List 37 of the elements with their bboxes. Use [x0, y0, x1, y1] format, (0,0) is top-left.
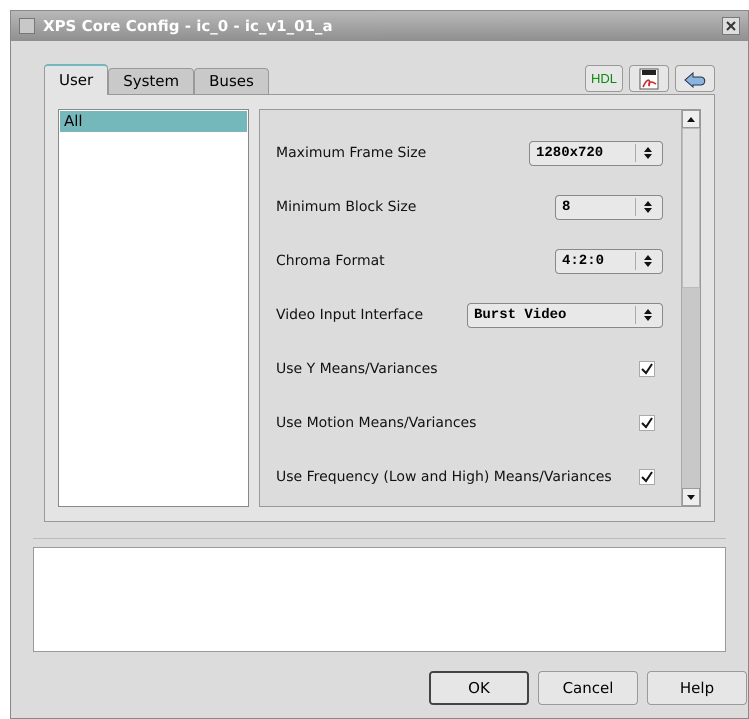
window-title: XPS Core Config - ic_0 - ic_v1_01_a — [43, 16, 333, 37]
up-arrow-icon[interactable] — [687, 116, 695, 122]
parameter-label: Use Frequency (Low and High) Means/Variances — [276, 468, 612, 486]
hdl-button[interactable]: HDL — [585, 65, 623, 92]
updown-icon — [644, 309, 652, 321]
down-arrow-icon[interactable] — [687, 494, 695, 500]
parameter-label: Chroma Format — [276, 252, 385, 270]
scrollbar[interactable] — [681, 110, 700, 506]
select-field[interactable]: 1280x720 — [529, 140, 663, 166]
select-field[interactable]: 8 — [555, 194, 663, 220]
tab[interactable]: Buses — [194, 68, 269, 95]
window-menu-icon[interactable] — [19, 18, 35, 34]
parameter-label: Use Motion Means/Variances — [276, 414, 476, 432]
dialog-button[interactable]: Help — [647, 671, 747, 705]
tab[interactable]: User — [44, 64, 108, 95]
parameter-label: Minimum Block Size — [276, 198, 416, 216]
select-field[interactable]: 4:2:0 — [555, 248, 663, 274]
updown-icon — [644, 147, 652, 159]
back-button[interactable] — [675, 65, 715, 92]
select-field[interactable]: Burst Video — [467, 302, 663, 328]
updown-icon — [644, 201, 652, 213]
updown-icon — [644, 255, 652, 267]
parameter-label: Maximum Frame Size — [276, 144, 426, 162]
pdf-button[interactable] — [629, 65, 669, 92]
checkbox[interactable] — [639, 415, 655, 431]
document-icon — [639, 68, 659, 90]
checkbox[interactable] — [639, 469, 655, 485]
dialog-button[interactable]: OK — [429, 671, 529, 705]
close-button[interactable] — [722, 17, 740, 35]
parameter-label: Video Input Interface — [276, 306, 424, 324]
parameter-label: Use Y Means/Variances — [276, 360, 438, 378]
tab[interactable]: System — [108, 68, 194, 95]
list-item[interactable]: All — [60, 111, 247, 132]
close-icon — [726, 21, 736, 31]
dialog-button[interactable]: Cancel — [538, 671, 638, 705]
arrow-icon — [683, 70, 707, 88]
checkbox[interactable] — [639, 361, 655, 377]
